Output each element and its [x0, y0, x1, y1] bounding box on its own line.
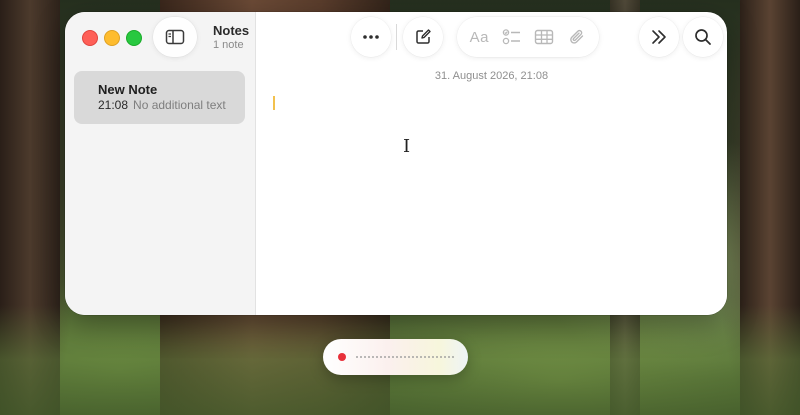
checklist-button[interactable]	[496, 21, 528, 53]
ellipsis-icon	[363, 35, 379, 39]
title-block: Notes 1 note	[213, 23, 249, 52]
sidebar-icon	[165, 29, 185, 45]
note-editor[interactable]: 31. August 2026, 21:08 I	[256, 62, 727, 315]
record-dot-icon	[338, 353, 346, 361]
formatting-group: Aa	[457, 17, 599, 57]
more-button[interactable]	[351, 17, 391, 57]
search-icon	[695, 29, 711, 45]
note-preview: No additional text	[133, 98, 226, 112]
toolbar: Notes 1 note Aa	[65, 12, 727, 62]
dictation-indicator[interactable]	[323, 339, 468, 375]
text-cursor-icon: I	[403, 136, 411, 157]
table-icon	[535, 29, 554, 45]
toolbar-divider	[396, 24, 397, 50]
compose-icon	[416, 29, 431, 44]
format-button[interactable]: Aa	[463, 21, 495, 53]
attachment-button[interactable]	[561, 21, 593, 53]
note-meta: 21:08 No additional text	[98, 97, 238, 113]
page-title: Notes	[213, 23, 250, 38]
text-caret	[273, 96, 275, 110]
audio-waveform	[355, 356, 455, 358]
maximize-button[interactable]	[126, 30, 142, 46]
more-tools-button[interactable]	[639, 17, 679, 57]
table-button[interactable]	[528, 21, 560, 53]
checklist-icon	[502, 29, 520, 45]
note-count: 1 note	[213, 39, 244, 51]
search-button[interactable]	[683, 17, 723, 57]
new-note-button[interactable]	[403, 17, 443, 57]
minimize-button[interactable]	[104, 30, 120, 46]
note-title: New Note	[98, 82, 158, 97]
text-format-icon: Aa	[469, 28, 489, 46]
note-date: 31. August 2026, 21:08	[434, 70, 549, 82]
sidebar-toggle-button[interactable]	[153, 17, 197, 57]
close-button[interactable]	[82, 30, 98, 46]
chevron-double-right-icon	[652, 30, 666, 44]
notes-window: New Note 21:08 No additional text Notes 1…	[65, 12, 727, 315]
list-item[interactable]: New Note 21:08 No additional text	[74, 71, 245, 124]
note-time: 21:08	[98, 98, 129, 112]
paperclip-icon	[569, 29, 583, 44]
